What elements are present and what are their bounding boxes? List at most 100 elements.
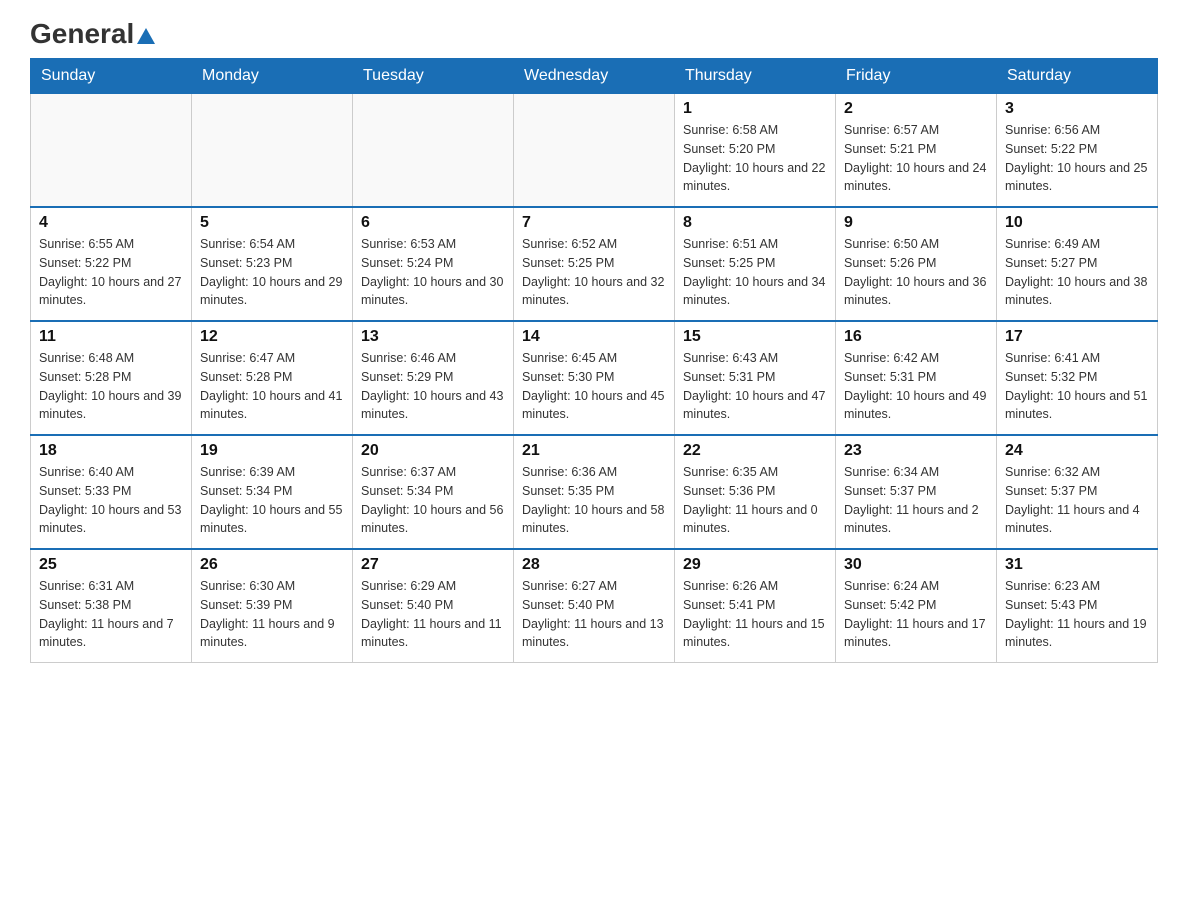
day-number: 20	[361, 442, 505, 460]
day-number: 12	[200, 328, 344, 346]
day-number: 21	[522, 442, 666, 460]
calendar-day-cell: 7Sunrise: 6:52 AMSunset: 5:25 PMDaylight…	[514, 207, 675, 321]
day-number: 9	[844, 214, 988, 232]
day-number: 2	[844, 100, 988, 118]
day-info: Sunrise: 6:35 AMSunset: 5:36 PMDaylight:…	[683, 463, 827, 538]
day-info: Sunrise: 6:24 AMSunset: 5:42 PMDaylight:…	[844, 577, 988, 652]
calendar-day-cell: 28Sunrise: 6:27 AMSunset: 5:40 PMDayligh…	[514, 549, 675, 663]
day-number: 27	[361, 556, 505, 574]
day-number: 30	[844, 556, 988, 574]
day-info: Sunrise: 6:41 AMSunset: 5:32 PMDaylight:…	[1005, 349, 1149, 424]
day-info: Sunrise: 6:31 AMSunset: 5:38 PMDaylight:…	[39, 577, 183, 652]
weekday-header-wednesday: Wednesday	[514, 59, 675, 94]
day-number: 16	[844, 328, 988, 346]
day-number: 26	[200, 556, 344, 574]
day-info: Sunrise: 6:46 AMSunset: 5:29 PMDaylight:…	[361, 349, 505, 424]
calendar-day-cell: 13 Sunrise: 6:46 AMSunset: 5:29 PMDayligh…	[353, 321, 514, 435]
calendar-day-cell: 4Sunrise: 6:55 AMSunset: 5:22 PMDaylight…	[31, 207, 192, 321]
calendar-day-cell: 25 Sunrise: 6:31 AMSunset: 5:38 PMDayligh…	[31, 549, 192, 663]
day-number: 10	[1005, 214, 1149, 232]
calendar-day-cell: 8 Sunrise: 6:51 AMSunset: 5:25 PMDaylight…	[675, 207, 836, 321]
calendar-day-cell: 21 Sunrise: 6:36 AMSunset: 5:35 PMDayligh…	[514, 435, 675, 549]
day-info: Sunrise: 6:49 AMSunset: 5:27 PMDaylight:…	[1005, 235, 1149, 310]
weekday-header-sunday: Sunday	[31, 59, 192, 94]
calendar-day-cell	[192, 94, 353, 208]
logo-text: General	[30, 20, 155, 48]
day-number: 15	[683, 328, 827, 346]
day-info: Sunrise: 6:55 AMSunset: 5:22 PMDaylight:…	[39, 235, 183, 310]
day-info: Sunrise: 6:26 AMSunset: 5:41 PMDaylight:…	[683, 577, 827, 652]
weekday-header-saturday: Saturday	[997, 59, 1158, 94]
day-info: Sunrise: 6:51 AMSunset: 5:25 PMDaylight:…	[683, 235, 827, 310]
calendar-day-cell: 27 Sunrise: 6:29 AMSunset: 5:40 PMDayligh…	[353, 549, 514, 663]
calendar-week-row: 25 Sunrise: 6:31 AMSunset: 5:38 PMDayligh…	[31, 549, 1158, 663]
calendar-header-row: SundayMondayTuesdayWednesdayThursdayFrid…	[31, 59, 1158, 94]
day-info: Sunrise: 6:36 AMSunset: 5:35 PMDaylight:…	[522, 463, 666, 538]
day-number: 24	[1005, 442, 1149, 460]
day-number: 8	[683, 214, 827, 232]
day-number: 11	[39, 328, 183, 346]
calendar-day-cell: 31 Sunrise: 6:23 AMSunset: 5:43 PMDayligh…	[997, 549, 1158, 663]
calendar-day-cell: 24 Sunrise: 6:32 AMSunset: 5:37 PMDayligh…	[997, 435, 1158, 549]
calendar-week-row: 1 Sunrise: 6:58 AMSunset: 5:20 PMDaylight…	[31, 94, 1158, 208]
day-info: Sunrise: 6:45 AMSunset: 5:30 PMDaylight:…	[522, 349, 666, 424]
calendar-day-cell: 10 Sunrise: 6:49 AMSunset: 5:27 PMDayligh…	[997, 207, 1158, 321]
day-number: 17	[1005, 328, 1149, 346]
day-info: Sunrise: 6:42 AMSunset: 5:31 PMDaylight:…	[844, 349, 988, 424]
page-header: General	[30, 20, 1158, 46]
calendar-day-cell	[31, 94, 192, 208]
day-info: Sunrise: 6:53 AMSunset: 5:24 PMDaylight:…	[361, 235, 505, 310]
day-number: 23	[844, 442, 988, 460]
day-info: Sunrise: 6:57 AMSunset: 5:21 PMDaylight:…	[844, 121, 988, 196]
calendar-day-cell	[353, 94, 514, 208]
day-info: Sunrise: 6:32 AMSunset: 5:37 PMDaylight:…	[1005, 463, 1149, 538]
day-number: 25	[39, 556, 183, 574]
day-number: 3	[1005, 100, 1149, 118]
calendar-day-cell: 5 Sunrise: 6:54 AMSunset: 5:23 PMDaylight…	[192, 207, 353, 321]
day-number: 14	[522, 328, 666, 346]
day-info: Sunrise: 6:58 AMSunset: 5:20 PMDaylight:…	[683, 121, 827, 196]
calendar-day-cell: 1 Sunrise: 6:58 AMSunset: 5:20 PMDaylight…	[675, 94, 836, 208]
calendar-day-cell: 3 Sunrise: 6:56 AMSunset: 5:22 PMDaylight…	[997, 94, 1158, 208]
day-info: Sunrise: 6:48 AMSunset: 5:28 PMDaylight:…	[39, 349, 183, 424]
weekday-header-monday: Monday	[192, 59, 353, 94]
day-number: 29	[683, 556, 827, 574]
day-number: 1	[683, 100, 827, 118]
day-number: 6	[361, 214, 505, 232]
day-info: Sunrise: 6:29 AMSunset: 5:40 PMDaylight:…	[361, 577, 505, 652]
calendar-day-cell: 15Sunrise: 6:43 AMSunset: 5:31 PMDayligh…	[675, 321, 836, 435]
day-number: 22	[683, 442, 827, 460]
calendar-day-cell: 11 Sunrise: 6:48 AMSunset: 5:28 PMDayligh…	[31, 321, 192, 435]
calendar-day-cell: 16 Sunrise: 6:42 AMSunset: 5:31 PMDayligh…	[836, 321, 997, 435]
day-number: 5	[200, 214, 344, 232]
calendar-day-cell: 12 Sunrise: 6:47 AMSunset: 5:28 PMDayligh…	[192, 321, 353, 435]
day-info: Sunrise: 6:23 AMSunset: 5:43 PMDaylight:…	[1005, 577, 1149, 652]
day-info: Sunrise: 6:34 AMSunset: 5:37 PMDaylight:…	[844, 463, 988, 538]
calendar-day-cell: 18Sunrise: 6:40 AMSunset: 5:33 PMDayligh…	[31, 435, 192, 549]
day-info: Sunrise: 6:39 AMSunset: 5:34 PMDaylight:…	[200, 463, 344, 538]
day-info: Sunrise: 6:50 AMSunset: 5:26 PMDaylight:…	[844, 235, 988, 310]
calendar-day-cell	[514, 94, 675, 208]
day-info: Sunrise: 6:52 AMSunset: 5:25 PMDaylight:…	[522, 235, 666, 310]
calendar-day-cell: 9 Sunrise: 6:50 AMSunset: 5:26 PMDaylight…	[836, 207, 997, 321]
calendar-day-cell: 14 Sunrise: 6:45 AMSunset: 5:30 PMDayligh…	[514, 321, 675, 435]
day-number: 13	[361, 328, 505, 346]
day-info: Sunrise: 6:30 AMSunset: 5:39 PMDaylight:…	[200, 577, 344, 652]
calendar-day-cell: 17 Sunrise: 6:41 AMSunset: 5:32 PMDayligh…	[997, 321, 1158, 435]
calendar-day-cell: 19 Sunrise: 6:39 AMSunset: 5:34 PMDayligh…	[192, 435, 353, 549]
day-info: Sunrise: 6:47 AMSunset: 5:28 PMDaylight:…	[200, 349, 344, 424]
day-info: Sunrise: 6:37 AMSunset: 5:34 PMDaylight:…	[361, 463, 505, 538]
calendar-day-cell: 29 Sunrise: 6:26 AMSunset: 5:41 PMDayligh…	[675, 549, 836, 663]
day-info: Sunrise: 6:56 AMSunset: 5:22 PMDaylight:…	[1005, 121, 1149, 196]
calendar-day-cell: 6 Sunrise: 6:53 AMSunset: 5:24 PMDaylight…	[353, 207, 514, 321]
day-number: 31	[1005, 556, 1149, 574]
day-info: Sunrise: 6:27 AMSunset: 5:40 PMDaylight:…	[522, 577, 666, 652]
day-number: 18	[39, 442, 183, 460]
weekday-header-friday: Friday	[836, 59, 997, 94]
day-number: 19	[200, 442, 344, 460]
calendar-day-cell: 23 Sunrise: 6:34 AMSunset: 5:37 PMDayligh…	[836, 435, 997, 549]
day-info: Sunrise: 6:54 AMSunset: 5:23 PMDaylight:…	[200, 235, 344, 310]
calendar-day-cell: 22 Sunrise: 6:35 AMSunset: 5:36 PMDayligh…	[675, 435, 836, 549]
calendar-day-cell: 2 Sunrise: 6:57 AMSunset: 5:21 PMDaylight…	[836, 94, 997, 208]
calendar-week-row: 4Sunrise: 6:55 AMSunset: 5:22 PMDaylight…	[31, 207, 1158, 321]
